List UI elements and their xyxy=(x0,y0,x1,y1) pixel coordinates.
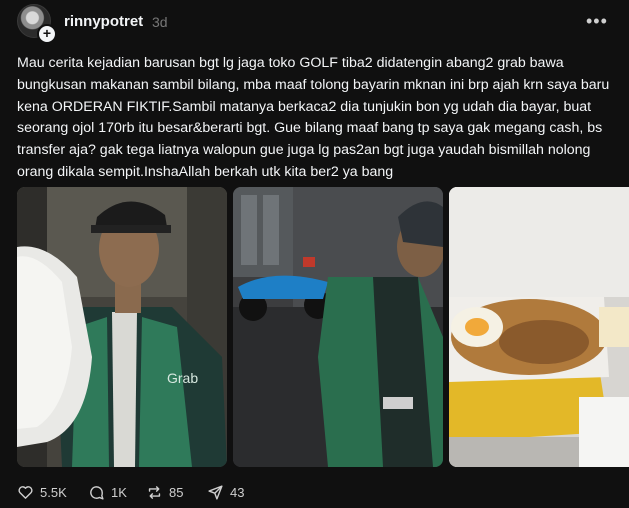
reply-button[interactable]: 1K xyxy=(88,482,127,502)
more-options-icon[interactable]: ••• xyxy=(586,11,608,32)
like-button[interactable]: 5.5K xyxy=(17,482,67,502)
photo-3-illustration xyxy=(449,187,629,467)
send-icon xyxy=(208,484,223,500)
share-button[interactable]: 43 xyxy=(207,482,244,502)
repost-icon xyxy=(148,485,161,499)
repost-count: 85 xyxy=(169,484,184,500)
comment-icon xyxy=(90,485,104,500)
reply-count: 1K xyxy=(111,484,127,500)
post-time: 3d xyxy=(152,14,168,30)
follow-plus-icon[interactable]: + xyxy=(37,24,57,44)
photo-1-illustration: Grab xyxy=(17,187,227,467)
repost-button[interactable]: 85 xyxy=(146,482,183,502)
photo-2-illustration xyxy=(233,187,443,467)
heart-icon xyxy=(18,485,33,499)
post-body-text: Mau cerita kejadian barusan bgt lg jaga … xyxy=(17,55,610,180)
photo-driver-side-view[interactable] xyxy=(233,187,443,467)
post-header: + rinnypotret 3d ••• xyxy=(0,0,629,44)
post-actions-bar: 5.5K 1K 85 43 xyxy=(0,478,629,508)
photo-driver-holding-bag[interactable]: Grab xyxy=(17,187,227,467)
username[interactable]: rinnypotret xyxy=(64,13,143,30)
share-count: 43 xyxy=(230,484,245,500)
jacket-logo: Grab xyxy=(167,370,198,386)
photo-food-box[interactable] xyxy=(449,187,629,467)
like-count: 5.5K xyxy=(40,484,67,500)
